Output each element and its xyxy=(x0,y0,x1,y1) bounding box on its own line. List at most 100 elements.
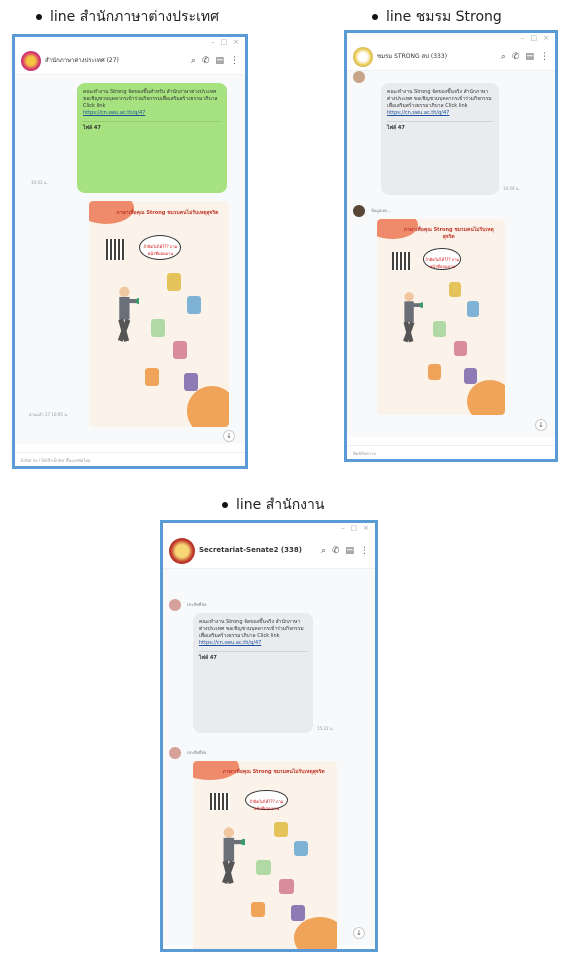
message-text: คณะทำงาน Strong จัดของขึ้นสำหรับ สำนักภา… xyxy=(83,89,218,109)
message-link[interactable]: https://cn.swu.ac.th/q/47 xyxy=(387,110,493,117)
maximize-icon[interactable]: □ xyxy=(351,524,358,532)
bullet-icon xyxy=(222,502,228,508)
message-link[interactable]: https://cn.swu.ac.th/q/47 xyxy=(83,110,221,117)
poster-figure xyxy=(150,318,165,337)
line-chat-window-office: – □ × Secretariat-Senate2 (338) ⌕ ✆ ▤ ⋮ ปร… xyxy=(160,520,378,952)
chat-area: ประสิทธิ์ชย คณะทำงาน Strong จัดของขึ้นจร… xyxy=(163,569,375,949)
poster-figure xyxy=(250,901,265,917)
link-preview[interactable]: ไฟล์ 47 xyxy=(83,121,221,132)
sender-name: ประสิทธิ์ชย xyxy=(187,602,207,607)
sender-avatar[interactable] xyxy=(353,205,365,217)
notes-icon[interactable]: ▤ xyxy=(215,56,224,66)
poster-figure xyxy=(167,273,182,292)
close-icon[interactable]: × xyxy=(543,34,549,42)
poster-figure xyxy=(464,367,477,384)
poster-image[interactable]: ภาษาเพื่อคุณ Strong ชมรมคนไม่รับเหตุสุจร… xyxy=(193,761,337,949)
scroll-down-icon[interactable]: ↓ xyxy=(223,430,235,442)
window-titlebar: – □ × xyxy=(15,37,245,47)
close-icon[interactable]: × xyxy=(233,38,239,46)
message-text: คณะทำงาน Strong จัดของขึ้นจริง สำนักภาษา… xyxy=(199,619,304,639)
menu-dots-icon[interactable]: ⋮ xyxy=(360,546,369,556)
search-icon[interactable]: ⌕ xyxy=(501,52,506,62)
read-timestamp: อ่านแล้ว 17 10:05 น. xyxy=(29,412,69,417)
line-chat-window-foreign-language: – □ × สำนักภาษาต่างประเทศ (27) ⌕ ✆ ▤ ⋮ คณะ… xyxy=(12,34,248,469)
poster-decoration xyxy=(187,386,229,427)
sender-avatar[interactable] xyxy=(169,599,181,611)
message-bubble[interactable]: คณะทำงาน Strong จัดของขึ้นจริง สำนักภาษา… xyxy=(381,83,499,195)
message-link[interactable]: https://cn.swu.ac.th/q/47 xyxy=(199,640,307,647)
phone-icon[interactable]: ✆ xyxy=(202,56,210,66)
group-name[interactable]: Secretariat-Senate2 (338) xyxy=(199,546,317,555)
chat-header: ชมรม STRONG สป (333) ⌕ ✆ ▤ ⋮ xyxy=(347,43,555,71)
bullet-icon xyxy=(372,14,378,20)
chat-area: คณะทำงาน Strong จัดของขึ้นจริง สำนักภาษา… xyxy=(347,71,555,437)
caption-text: line สำนักภาษาต่างประเทศ xyxy=(50,9,219,25)
poster-figure xyxy=(433,320,447,337)
poster-figure xyxy=(293,840,309,856)
message-input[interactable]: พิมพ์ข้อความ xyxy=(347,445,555,459)
minimize-icon[interactable]: – xyxy=(341,524,345,532)
poster-decoration xyxy=(293,916,337,949)
preview-title: ไฟล์ 47 xyxy=(387,125,405,131)
sender-name: ประสิทธิ์ชย xyxy=(187,750,207,755)
menu-dots-icon[interactable]: ⋮ xyxy=(230,56,239,66)
poster-image[interactable]: ภาษาเพื่อคุณ Strong ชมรมคนไม่รับเหตุสุจร… xyxy=(377,219,505,415)
poster-figure xyxy=(448,281,462,298)
poster-figure xyxy=(466,301,480,317)
minimize-icon[interactable]: – xyxy=(211,38,215,46)
speech-bubble: ถ้าผิดไม่ได้??? ถามหน้าที่บ่อนบาน xyxy=(423,248,462,270)
sender-avatar[interactable] xyxy=(169,747,181,759)
qr-code xyxy=(210,793,231,811)
group-name[interactable]: ชมรม STRONG สป (333) xyxy=(377,53,497,61)
poster-figure xyxy=(290,905,306,921)
scroll-down-icon[interactable]: ↓ xyxy=(535,419,547,431)
speech-bubble: ถ้าผิดไม่ได้??? ถามหน้าที่บ่อนบาน xyxy=(139,234,182,260)
window-titlebar: – □ × xyxy=(347,33,555,43)
scroll-down-icon[interactable]: ↓ xyxy=(353,927,365,939)
message-bubble[interactable]: คณะทำงาน Strong จัดของขึ้นจริง สำนักภาษา… xyxy=(193,613,313,733)
poster-title: ภาษาเพื่อคุณ Strong ชมรมคนไม่รับเหตุสุจร… xyxy=(116,210,219,217)
search-icon[interactable]: ⌕ xyxy=(321,546,326,556)
caption-strong-club: line ชมรม Strong xyxy=(372,6,502,28)
caption-text: line สำนักงาน xyxy=(236,497,325,513)
chat-header: สำนักภาษาต่างประเทศ (27) ⌕ ✆ ▤ ⋮ xyxy=(15,47,245,75)
message-timestamp: 15:22 น. xyxy=(317,726,334,731)
search-icon[interactable]: ⌕ xyxy=(191,56,196,66)
preview-title: ไฟล์ 47 xyxy=(199,655,217,661)
chat-header: Secretariat-Senate2 (338) ⌕ ✆ ▤ ⋮ xyxy=(163,533,375,569)
group-avatar[interactable] xyxy=(353,46,373,67)
menu-dots-icon[interactable]: ⋮ xyxy=(540,52,549,62)
poster-figure xyxy=(184,372,199,391)
link-preview[interactable]: ไฟล์ 47 xyxy=(387,121,493,132)
sender-avatar[interactable] xyxy=(353,71,365,83)
poster-figure xyxy=(279,878,294,894)
notes-icon[interactable]: ▤ xyxy=(345,546,354,556)
message-timestamp: 16:59 น. xyxy=(503,186,520,191)
message-input[interactable]: Enter ส่ง / Shift+Enter ขึ้นบรรทัดใหม่ xyxy=(15,452,245,466)
phone-icon[interactable]: ✆ xyxy=(512,52,520,62)
sender-name: ข้อมูลเอก... xyxy=(371,208,392,213)
businessman-illustration xyxy=(222,827,245,885)
poster-title: ภาษาเพื่อคุณ Strong ชมรมคนไม่รับเหตุสุจร… xyxy=(222,768,325,775)
message-bubble[interactable]: คณะทำงาน Strong จัดของขึ้นสำหรับ สำนักภา… xyxy=(77,83,227,193)
minimize-icon[interactable]: – xyxy=(521,34,525,42)
poster-figure xyxy=(273,821,289,837)
poster-figure xyxy=(256,859,271,875)
link-preview[interactable]: ไฟล์ 47 xyxy=(199,651,307,662)
chat-area: คณะทำงาน Strong จัดของขึ้นสำหรับ สำนักภา… xyxy=(15,75,245,444)
businessman-illustration xyxy=(402,291,424,343)
phone-icon[interactable]: ✆ xyxy=(332,546,340,556)
caption-foreign-language-office: line สำนักภาษาต่างประเทศ xyxy=(36,6,219,28)
close-icon[interactable]: × xyxy=(363,524,369,532)
group-avatar[interactable] xyxy=(21,50,41,71)
qr-code xyxy=(105,239,126,260)
maximize-icon[interactable]: □ xyxy=(221,38,228,46)
poster-figure xyxy=(187,295,201,314)
poster-image[interactable]: ภาษาเพื่อคุณ Strong ชมรมคนไม่รับเหตุสุจร… xyxy=(89,201,229,427)
group-avatar[interactable] xyxy=(169,537,195,564)
speech-bubble: ถ้าผิดไม่ได้??? ถามหน้าที่บ่อนบาน xyxy=(244,789,289,811)
poster-decoration xyxy=(466,379,505,415)
maximize-icon[interactable]: □ xyxy=(531,34,538,42)
group-name[interactable]: สำนักภาษาต่างประเทศ (27) xyxy=(45,57,187,65)
notes-icon[interactable]: ▤ xyxy=(525,52,534,62)
